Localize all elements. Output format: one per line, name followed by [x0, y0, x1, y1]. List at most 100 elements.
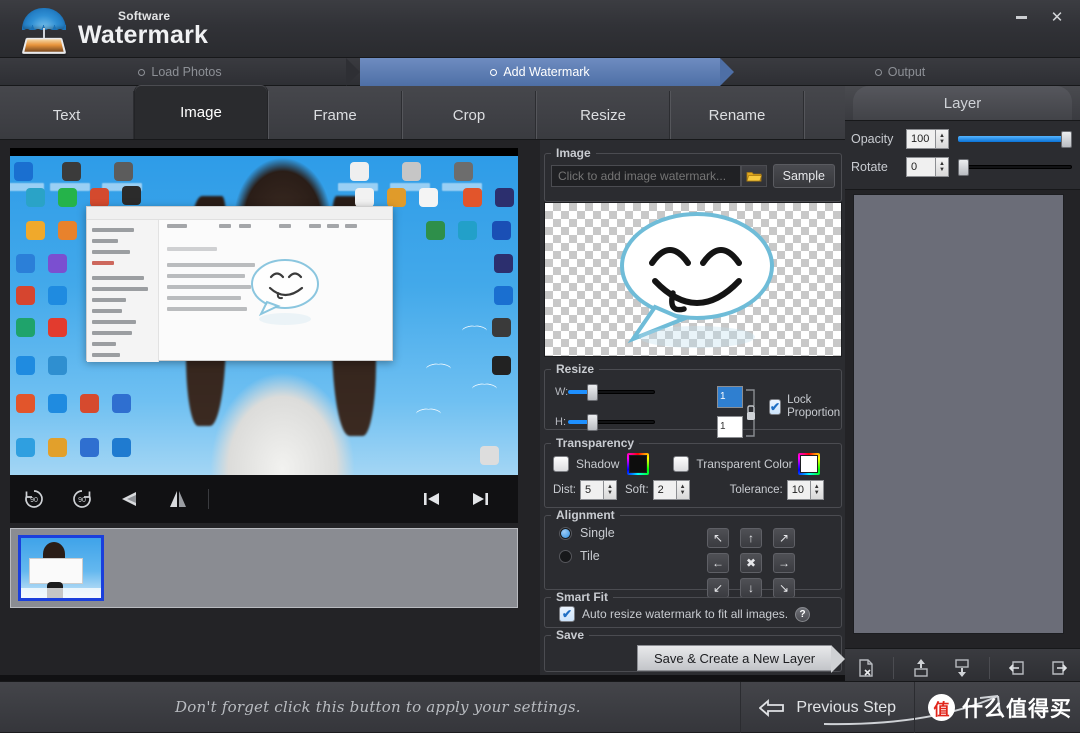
help-icon[interactable]: ? [795, 606, 811, 622]
chain-link-icon[interactable] [745, 388, 757, 443]
save-create-new-layer-button[interactable]: Save & Create a New Layer [637, 645, 846, 673]
step-bar: Load Photos Add Watermark Output [0, 58, 1080, 86]
smart-fit-legend: Smart Fit [556, 590, 609, 604]
image-preview[interactable] [10, 148, 518, 523]
rotate-value[interactable]: 0 [906, 157, 936, 177]
tab-rename[interactable]: Rename [670, 91, 804, 139]
title-bar: Software Watermark ✕ [0, 0, 1080, 58]
height-value-input[interactable]: 1 [717, 416, 743, 438]
rotate-stepper[interactable]: 0 ▲ ▼ [906, 157, 949, 177]
opacity-value[interactable]: 100 [906, 129, 936, 149]
preview-dialog-titlebar [87, 207, 392, 220]
align-top-left-button[interactable]: ↖ [707, 528, 729, 548]
tab-crop[interactable]: Crop [402, 91, 536, 139]
dist-value[interactable]: 5 [580, 480, 604, 500]
step-label: Output [887, 65, 926, 79]
brand-title: Watermark [78, 21, 209, 49]
next-image-icon[interactable] [456, 479, 504, 519]
step-load-photos[interactable]: Load Photos [0, 58, 360, 86]
step-label: Load Photos [151, 65, 222, 79]
tolerance-label: Tolerance: [729, 484, 783, 496]
settings-pane: Image Sample [540, 140, 846, 675]
application-window: Software Watermark ✕ Load Photos Add Wat… [0, 0, 1080, 733]
alignment-tile-radio[interactable] [559, 549, 572, 563]
flip-horizontal-icon[interactable] [106, 479, 154, 519]
image-path-input[interactable] [551, 165, 741, 187]
previous-image-icon[interactable] [408, 479, 456, 519]
lock-proportion-label: Lock Proportion [787, 394, 841, 419]
watermark-preview-canvas[interactable] [544, 202, 842, 357]
height-slider[interactable] [567, 413, 655, 431]
layer-panel-title: Layer [943, 94, 982, 112]
window-controls: ✕ [1006, 4, 1072, 30]
previous-step-button[interactable]: Previous Step [740, 682, 915, 733]
tab-image[interactable]: Image [134, 85, 268, 139]
transparent-color-swatch[interactable] [797, 453, 820, 475]
rotate-label: Rotate [851, 160, 888, 174]
tolerance-value[interactable]: 10 [786, 480, 811, 500]
shadow-checkbox[interactable] [553, 456, 569, 472]
tab-resize[interactable]: Resize [536, 91, 670, 139]
step-label: Add Watermark [503, 65, 590, 79]
width-label: W: [555, 386, 569, 398]
tab-text[interactable]: Text [0, 91, 134, 139]
import-layer-icon[interactable] [1002, 655, 1032, 681]
alignment-group-legend: Alignment [556, 508, 615, 522]
tolerance-stepper[interactable]: 10 ▲ ▼ [786, 480, 824, 500]
folder-open-icon[interactable] [740, 165, 767, 187]
align-middle-right-button[interactable]: → [773, 553, 795, 573]
thumbnail-item[interactable] [18, 535, 104, 601]
move-layer-down-icon[interactable] [947, 655, 977, 681]
applied-watermark [251, 259, 319, 325]
rotate-slider[interactable] [958, 158, 1072, 176]
lock-proportion-checkbox[interactable] [769, 399, 782, 415]
layer-list[interactable] [853, 194, 1064, 634]
delete-layer-icon[interactable] [851, 655, 881, 681]
align-middle-left-button[interactable]: ← [707, 553, 729, 573]
image-group-legend: Image [556, 146, 591, 160]
width-value-input[interactable]: 1 [717, 386, 743, 408]
soft-value[interactable]: 2 [652, 480, 677, 500]
sample-button[interactable]: Sample [772, 164, 835, 188]
thumbnail-filmstrip[interactable] [10, 528, 518, 608]
move-layer-up-icon[interactable] [906, 655, 936, 681]
step-dot-icon [490, 68, 498, 76]
soft-stepper[interactable]: 2 ▲ ▼ [652, 480, 690, 500]
alignment-single-radio[interactable] [559, 526, 572, 540]
opacity-slider[interactable] [958, 130, 1072, 148]
opacity-stepper[interactable]: 100 ▲ ▼ [906, 129, 949, 149]
export-layer-icon[interactable] [1044, 655, 1074, 681]
width-slider[interactable] [568, 383, 655, 401]
dist-stepper[interactable]: 5 ▲ ▼ [580, 480, 617, 500]
previous-step-label: Previous Step [796, 698, 896, 716]
step-add-watermark[interactable]: Add Watermark [346, 58, 734, 86]
site-watermark: 值 什么值得买 [918, 682, 1080, 733]
auto-resize-checkbox[interactable] [559, 606, 575, 622]
resize-group-legend: Resize [556, 362, 595, 376]
step-dot-icon [138, 68, 146, 76]
save-group: Save Save & Create a New Layer [544, 628, 846, 673]
flip-vertical-icon[interactable] [154, 479, 202, 519]
layer-panel-header: Layer [845, 86, 1080, 120]
align-top-center-button[interactable]: ↑ [740, 528, 762, 548]
rotate-right-90-icon[interactable]: 90 [58, 479, 106, 519]
align-center-button[interactable]: ✖ [740, 553, 762, 573]
toolbar-separator [208, 489, 209, 509]
image-group: Image Sample [544, 146, 842, 202]
transparent-color-checkbox[interactable] [673, 456, 690, 472]
shadow-color-swatch[interactable] [627, 453, 650, 475]
auto-resize-label: Auto resize watermark to fit all images. [582, 607, 789, 621]
step-output[interactable]: Output [720, 58, 1080, 86]
app-brand: Software Watermark [78, 10, 208, 48]
tab-frame[interactable]: Frame [268, 91, 402, 139]
watermark-smiley-icon [620, 212, 774, 348]
align-top-right-button[interactable]: ↗ [773, 528, 795, 548]
rotate-left-90-icon[interactable]: 90 [10, 479, 58, 519]
preview-dialog-window [86, 206, 393, 362]
close-button[interactable]: ✕ [1042, 4, 1072, 30]
minimize-button[interactable] [1006, 4, 1036, 30]
alignment-single-label: Single [580, 526, 615, 540]
layer-controls: Opacity 100 ▲ ▼ Rotate 0 ▲ ▼ [845, 120, 1080, 190]
bottom-bar: Don't forget click this button to apply … [0, 681, 1080, 733]
soft-label: Soft: [625, 484, 649, 496]
